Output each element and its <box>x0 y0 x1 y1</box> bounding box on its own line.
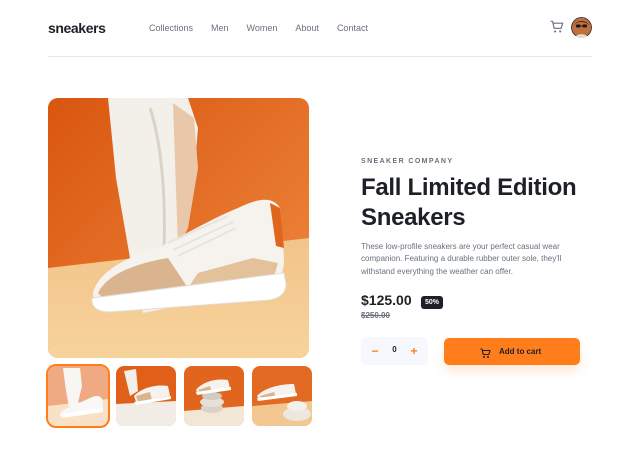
logo[interactable]: sneakers <box>48 20 106 36</box>
decrease-quantity-button[interactable]: − <box>369 344 381 358</box>
thumbnail-1[interactable] <box>46 364 110 428</box>
product-title: Fall Limited Edition Sneakers <box>361 174 577 231</box>
thumbnail-2[interactable] <box>116 366 176 426</box>
main-nav: Collections Men Women About Contact <box>149 23 386 33</box>
discount-badge: 50% <box>421 296 444 309</box>
quantity-value: 0 <box>392 345 397 354</box>
nav-contact[interactable]: Contact <box>337 23 368 33</box>
product-main-image[interactable] <box>48 98 309 358</box>
original-price: $250.00 <box>361 311 390 320</box>
increase-quantity-button[interactable]: + <box>408 344 420 358</box>
add-to-cart-button[interactable]: Add to cart <box>444 338 580 365</box>
nav-about[interactable]: About <box>295 23 319 33</box>
nav-men[interactable]: Men <box>211 23 229 33</box>
cart-icon <box>480 346 491 358</box>
quantity-stepper: − 0 + <box>361 337 428 365</box>
thumbnail-4[interactable] <box>252 366 312 426</box>
thumbnail-3[interactable] <box>184 366 244 426</box>
current-price: $125.00 <box>361 292 412 308</box>
nav-collections[interactable]: Collections <box>149 23 193 33</box>
nav-women[interactable]: Women <box>247 23 278 33</box>
company-label: SNEAKER COMPANY <box>361 158 454 165</box>
add-to-cart-label: Add to cart <box>499 347 542 356</box>
product-description: These low-profile sneakers are your perf… <box>361 242 562 276</box>
site-header: sneakers Collections Men Women About Con… <box>48 0 592 57</box>
cart-icon[interactable] <box>550 20 564 34</box>
user-avatar[interactable] <box>571 17 592 38</box>
